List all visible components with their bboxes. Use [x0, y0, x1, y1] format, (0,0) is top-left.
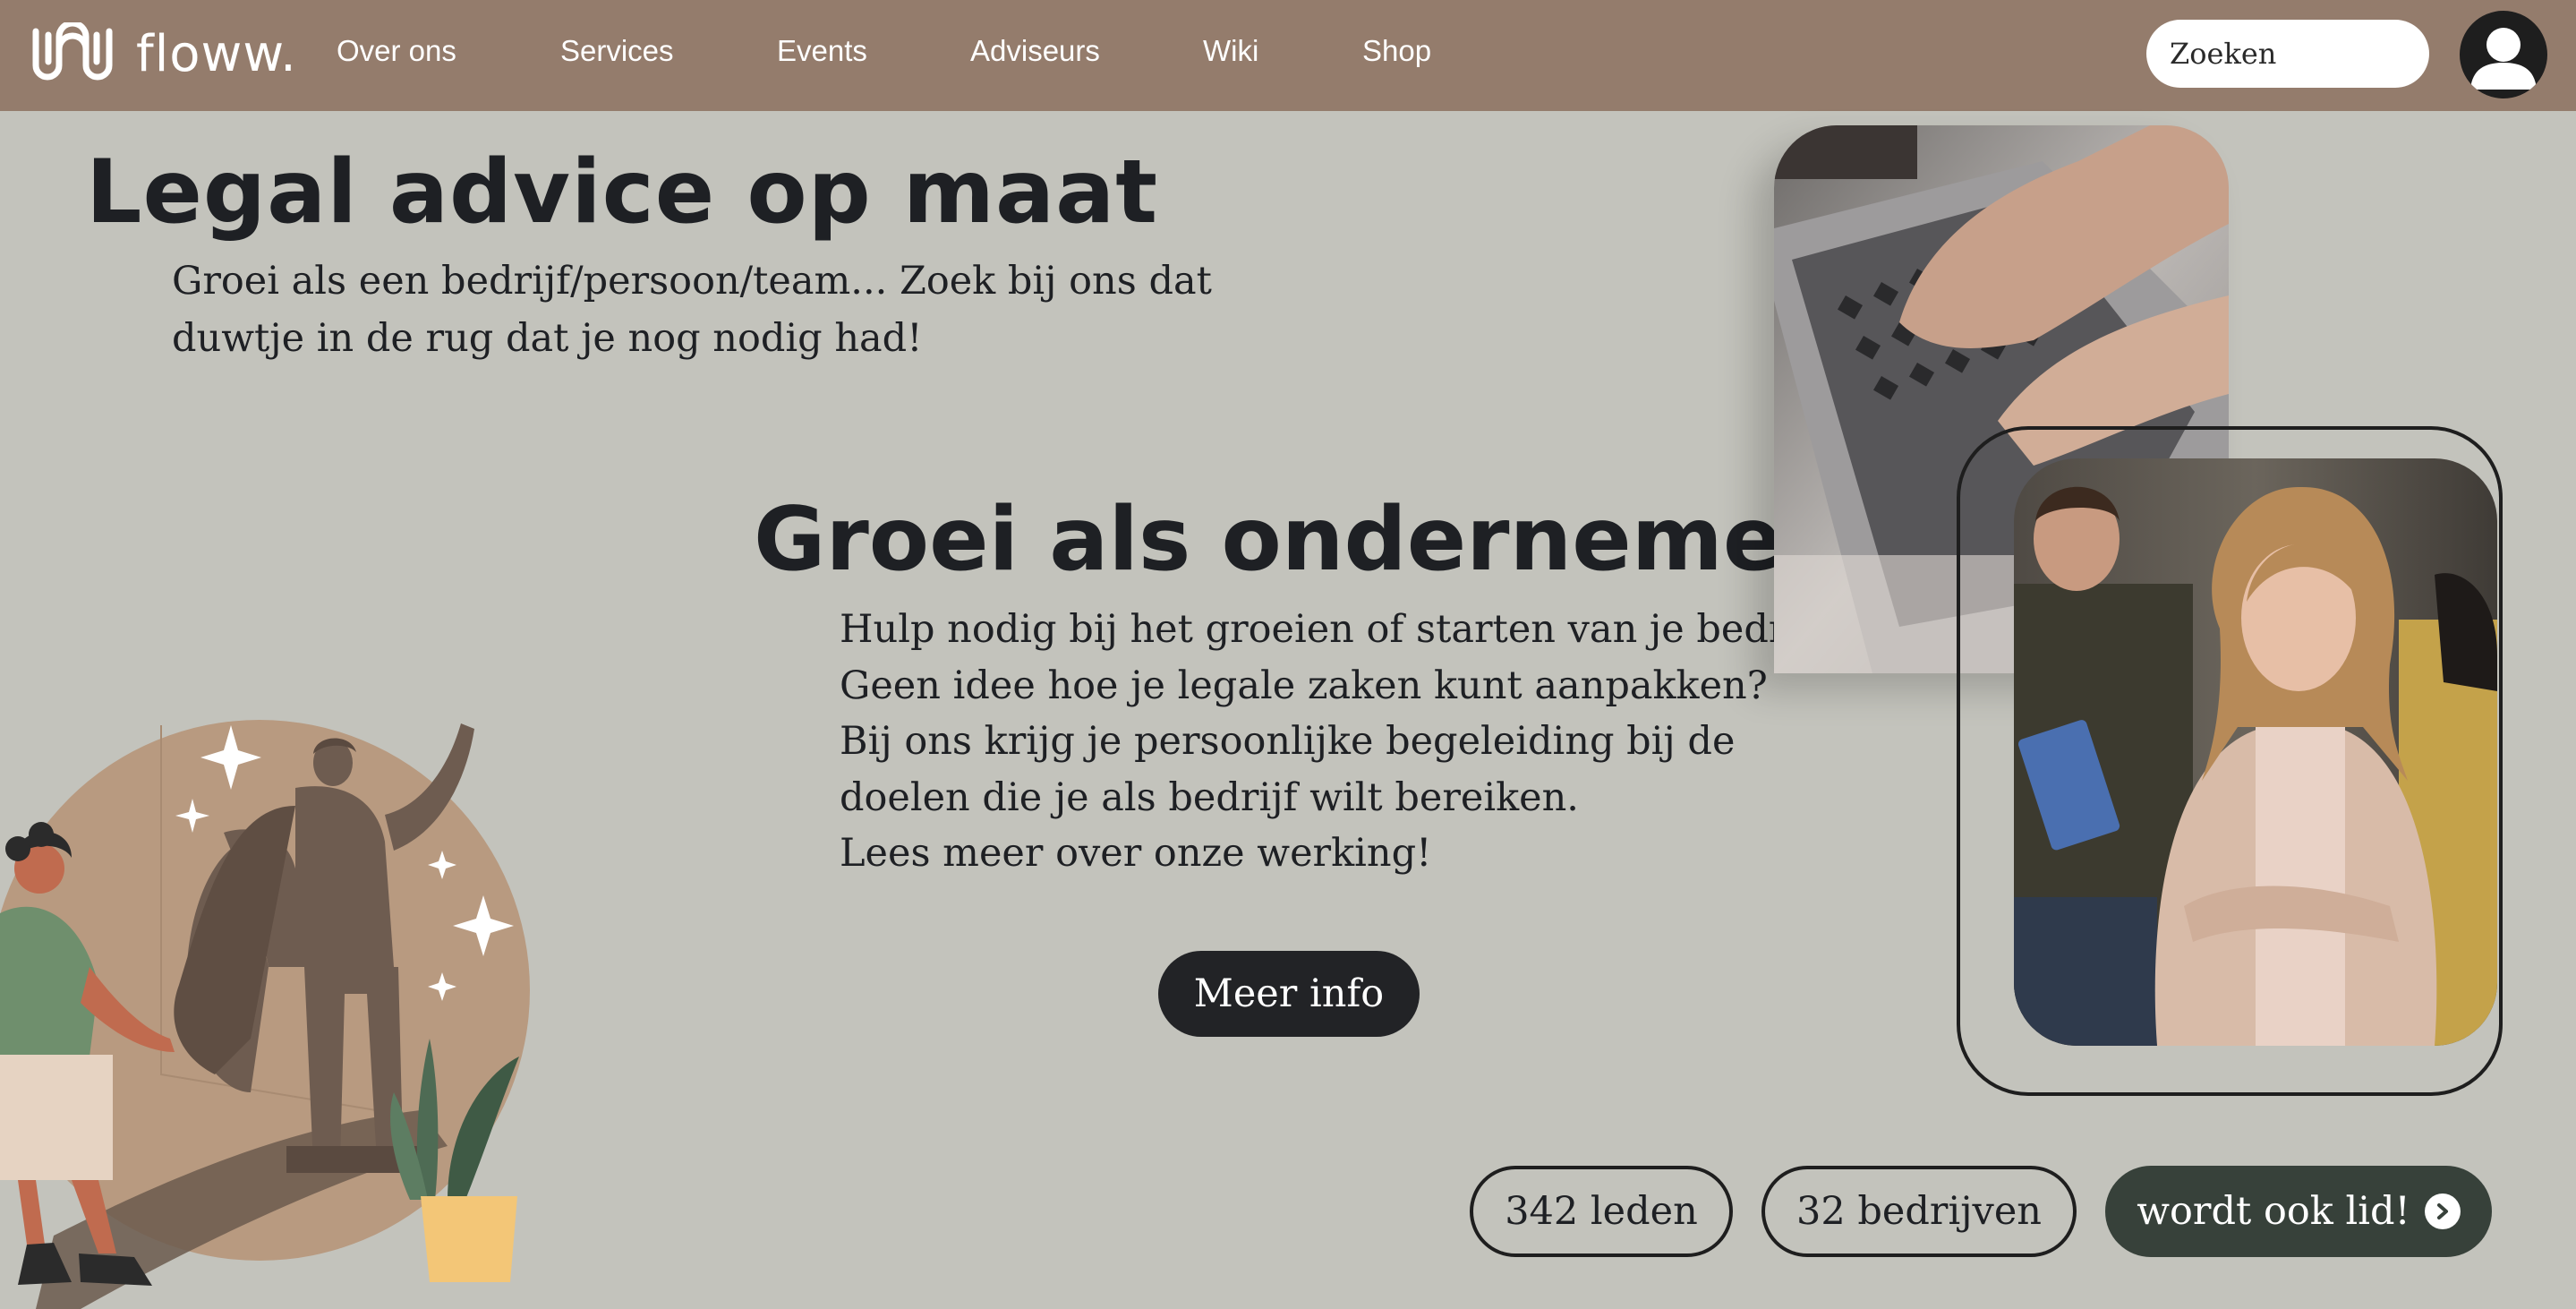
- nav-link-shop[interactable]: Shop: [1362, 34, 1431, 68]
- hero-subtitle: Groei als een bedrijf/persoon/team... Zo…: [172, 259, 1212, 361]
- user-avatar-icon[interactable]: [2460, 11, 2547, 98]
- team-photo: [2014, 458, 2497, 1046]
- section-line: doelen die je als bedrijf wilt bereiken.: [840, 774, 1579, 820]
- section-body: Hulp nodig bij het groeien of starten va…: [840, 602, 1847, 882]
- members-count-badge: 342 leden: [1470, 1166, 1733, 1257]
- brand-name: floww.: [136, 24, 297, 83]
- companies-count-badge: 32 bedrijven: [1761, 1166, 2077, 1257]
- section-title: Groei als ondernemer: [754, 489, 1826, 591]
- join-button-label: wordt ook lid!: [2137, 1189, 2410, 1234]
- section-line: Lees meer over onze werking!: [840, 831, 1432, 876]
- hero-illustration: [0, 698, 537, 1309]
- search-input[interactable]: [2146, 20, 2429, 88]
- chevron-right-circle-icon: [2424, 1194, 2461, 1229]
- top-navbar: floww. Over ons Services Events Adviseur…: [0, 0, 2576, 111]
- section-line: Bij ons krijg je persoonlijke begeleidin…: [840, 719, 1736, 764]
- brand-logo[interactable]: floww.: [29, 20, 297, 88]
- nav-link-adviseurs[interactable]: Adviseurs: [970, 34, 1100, 68]
- hero-title: Legal advice op maat: [86, 141, 1159, 244]
- nav-link-over-ons[interactable]: Over ons: [337, 34, 456, 68]
- nav-link-events[interactable]: Events: [777, 34, 867, 68]
- nav-link-services[interactable]: Services: [560, 34, 674, 68]
- nav-link-wiki[interactable]: Wiki: [1203, 34, 1258, 68]
- meer-info-button[interactable]: Meer info: [1158, 951, 1420, 1037]
- floww-wave-logo-icon: [32, 22, 113, 81]
- section-line: Hulp nodig bij het groeien of starten va…: [840, 607, 1847, 652]
- user-silhouette: [2470, 28, 2537, 90]
- section-line: Geen idee hoe je legale zaken kunt aanpa…: [840, 663, 1768, 708]
- join-button[interactable]: wordt ook lid!: [2105, 1166, 2492, 1257]
